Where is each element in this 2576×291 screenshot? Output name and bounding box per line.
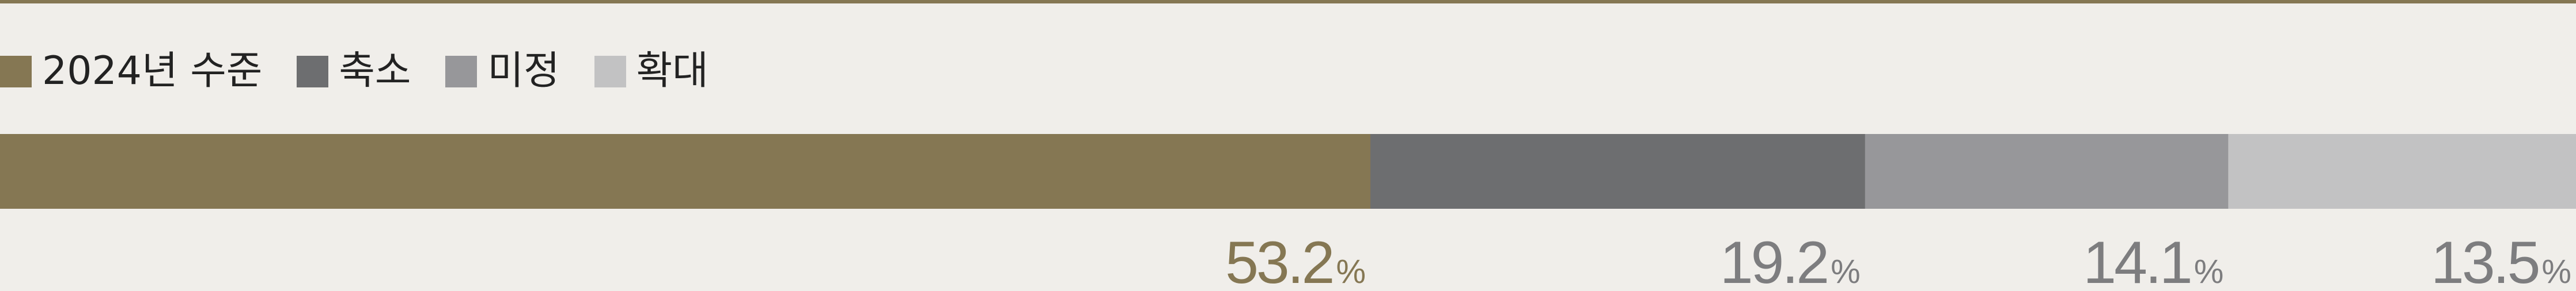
data-label-0: 53.2%	[1225, 229, 1366, 291]
bar-segment-3	[2228, 134, 2576, 209]
data-label-unit-3: %	[2541, 253, 2571, 290]
stacked-bar-chart: 53.2% 19.2% 14.1% 13.5%	[0, 134, 2576, 291]
data-label-value-0: 53.2	[1225, 229, 1332, 291]
data-label-unit-2: %	[2194, 253, 2224, 290]
data-label-unit-0: %	[1336, 253, 1366, 290]
bar-segment-2	[1865, 134, 2229, 209]
data-label-value-2: 14.1	[2083, 229, 2190, 291]
data-label-unit-1: %	[1831, 253, 1861, 290]
data-label-2: 14.1%	[2083, 229, 2223, 291]
bar-segment-1	[1370, 134, 1866, 209]
data-label-3: 13.5%	[2431, 229, 2571, 291]
data-label-value-3: 13.5	[2431, 229, 2539, 291]
data-label-value-1: 19.2	[1720, 229, 1827, 291]
bar-segment-0	[0, 134, 1371, 209]
data-label-1: 19.2%	[1720, 229, 1861, 291]
